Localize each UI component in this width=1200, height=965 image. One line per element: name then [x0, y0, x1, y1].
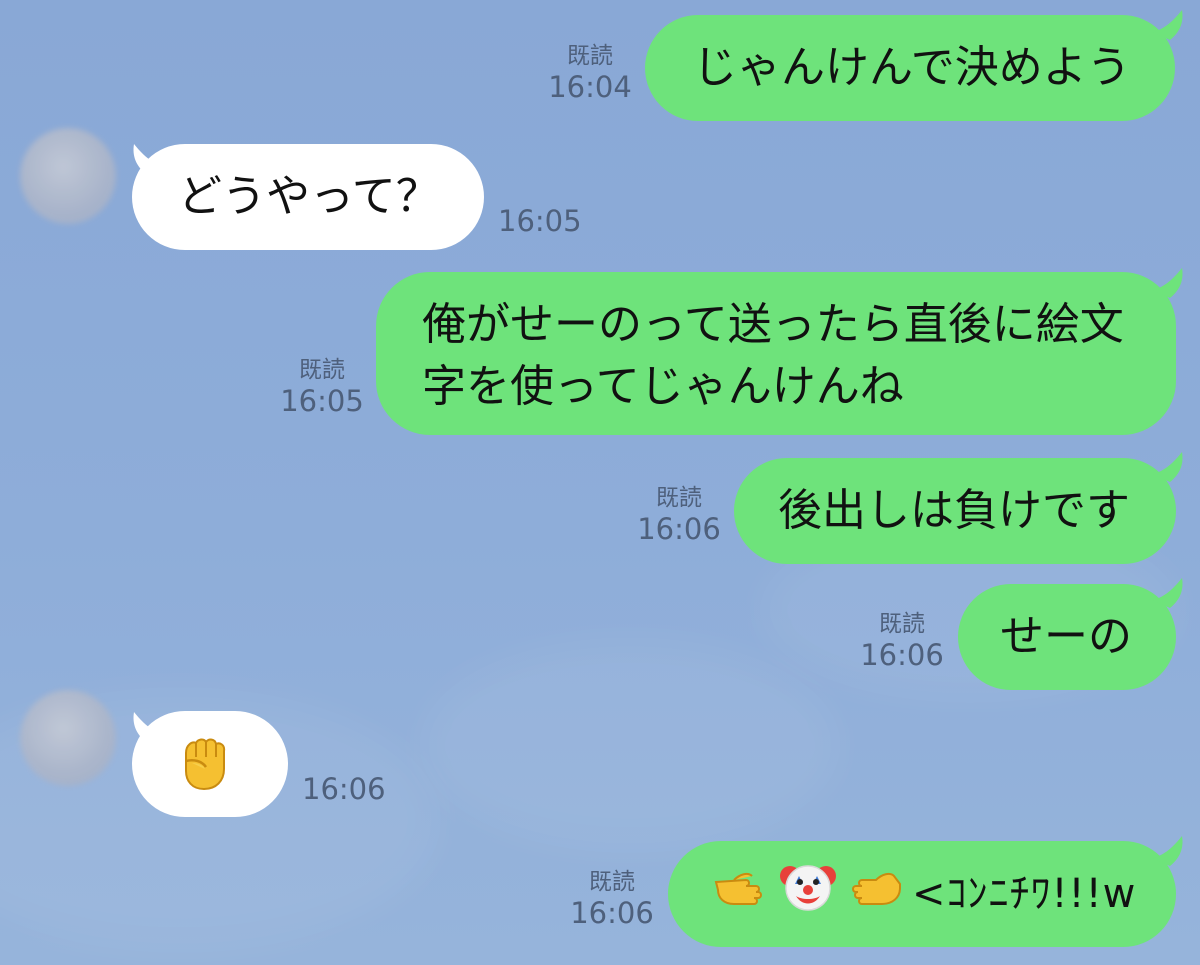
message-meta: 既読 16:06: [852, 610, 952, 672]
raised-fist-icon: [178, 733, 230, 793]
message-meta: 既読 16:06: [562, 868, 662, 930]
message-bubble[interactable]: せーの: [958, 584, 1176, 690]
read-receipt: 既読: [589, 869, 635, 895]
avatar[interactable]: [20, 690, 116, 786]
bubble-tail: [1152, 10, 1196, 40]
message-bubble[interactable]: [132, 711, 288, 817]
read-receipt: 既読: [567, 43, 613, 69]
message-text: じゃんけんで決めよう: [693, 42, 1131, 93]
bubble-tail: [1152, 578, 1196, 608]
message-bubble[interactable]: どうやって？: [132, 144, 484, 250]
message-timestamp: 16:06: [637, 512, 721, 546]
message-text: せーの: [1000, 611, 1132, 662]
open-hand-left-icon: [842, 862, 904, 927]
message-meta: 既読 16:06: [629, 484, 729, 546]
message-text-line: 字を使ってじゃんけんね: [422, 361, 904, 412]
message-bubble[interactable]: 俺がせーのって送ったら直後に絵文 字を使ってじゃんけんね: [376, 272, 1176, 435]
message-timestamp: 16:05: [498, 204, 582, 238]
message-bubble[interactable]: じゃんけんで決めよう: [645, 15, 1175, 121]
message-timestamp: 16:06: [860, 638, 944, 672]
message-text: <ｺﾝﾆﾁﾜ!!!w: [912, 871, 1137, 917]
message-meta: 既読 16:05: [272, 356, 372, 418]
message-timestamp: 16:04: [548, 70, 632, 104]
bubble-tail: [1152, 836, 1196, 866]
chat-window: 既読 16:04 じゃんけんで決めよう どうやって？ 16:05 既読 16:0…: [0, 0, 1200, 965]
read-receipt: 既読: [299, 357, 345, 383]
message-text-line: 俺がせーのって送ったら直後に絵文: [422, 299, 1124, 350]
message-timestamp: 16:06: [570, 896, 654, 930]
read-receipt: 既読: [656, 485, 702, 511]
bubble-tail: [1152, 452, 1196, 482]
bubble-tail: [1152, 268, 1196, 298]
message-bubble[interactable]: <ｺﾝﾆﾁﾜ!!!w: [668, 841, 1176, 947]
avatar[interactable]: [20, 128, 116, 224]
clown-face-icon: [778, 858, 838, 931]
read-receipt: 既読: [879, 611, 925, 637]
message-text: どうやって？: [178, 171, 440, 222]
pointing-hand-right-icon: [712, 862, 774, 927]
message-timestamp: 16:06: [302, 772, 386, 806]
message-bubble[interactable]: 後出しは負けです: [734, 458, 1176, 564]
message-meta: 既読 16:04: [540, 42, 640, 104]
message-content: <ｺﾝﾆﾁﾜ!!!w: [712, 841, 1176, 947]
message-timestamp: 16:05: [280, 384, 364, 418]
message-text: 後出しは負けです: [778, 485, 1130, 536]
